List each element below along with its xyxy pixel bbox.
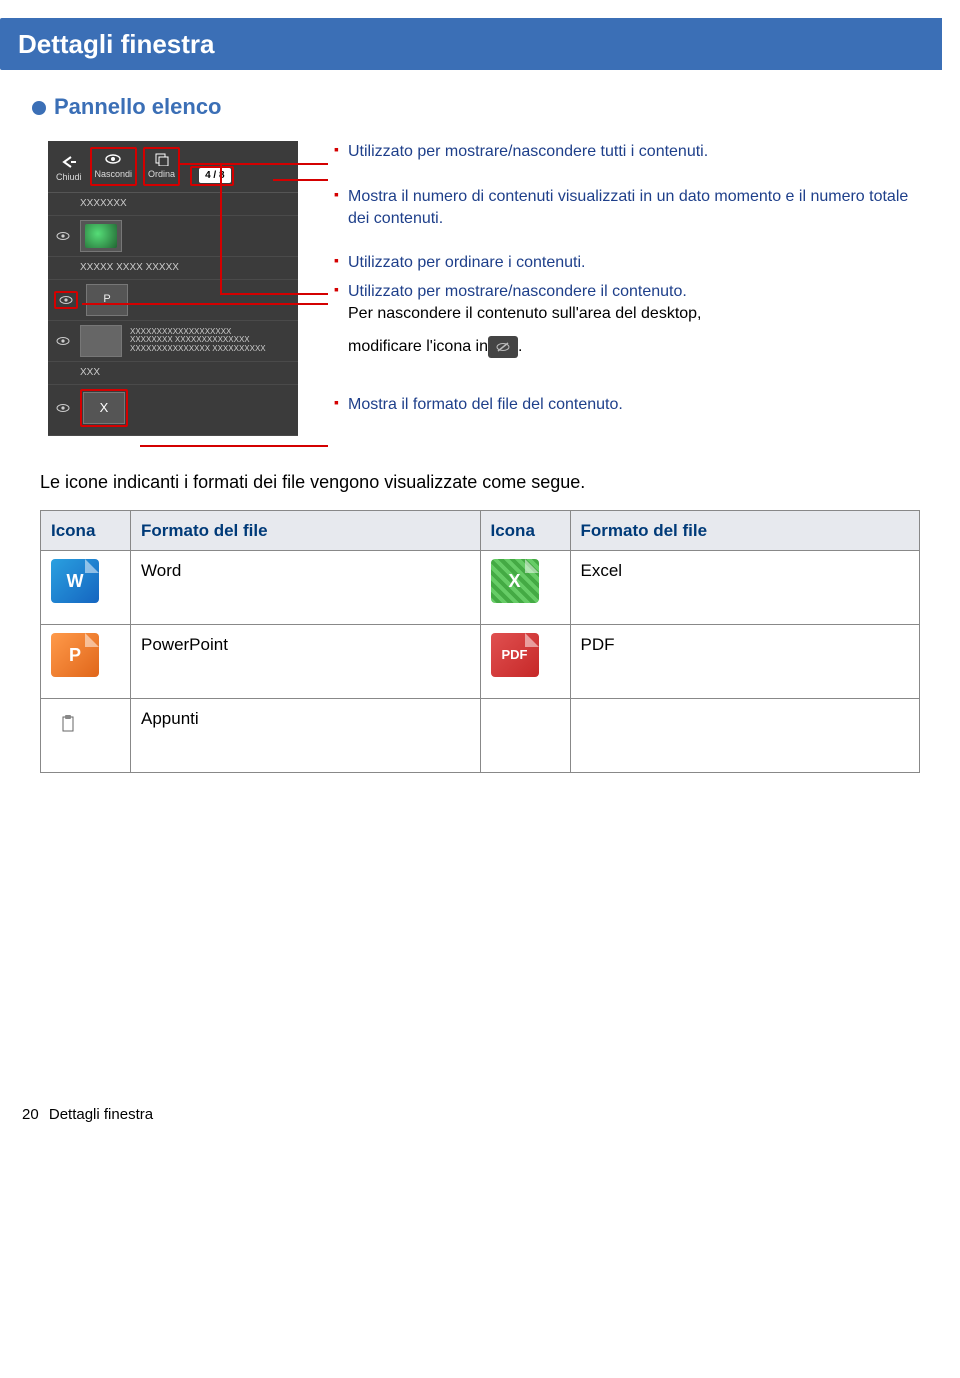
- panel-toolbar: Chiudi Nascondi Ordina 4: [48, 141, 298, 193]
- page-title: Dettagli finestra: [0, 18, 942, 70]
- table-header-row: Icona Formato del file Icona Formato del…: [41, 510, 920, 551]
- excel-icon: X: [491, 559, 539, 603]
- callout-inline: modificare l'icona in .: [348, 336, 522, 358]
- cell-icon: X: [480, 551, 570, 625]
- list-item[interactable]: X: [48, 385, 298, 436]
- highlight-thumbnail: X: [80, 389, 128, 427]
- tick-icon: ▪: [334, 252, 344, 269]
- cell-icon: [41, 699, 131, 773]
- hide-label: Nascondi: [95, 168, 133, 181]
- list-item[interactable]: P: [48, 280, 298, 321]
- cell-empty: [570, 699, 920, 773]
- th-icon: Icona: [41, 510, 131, 551]
- tick-icon: ▪: [334, 141, 344, 158]
- cell-format: Excel: [570, 551, 920, 625]
- callout-line: [220, 163, 222, 293]
- callout: ▪ Utilizzato per ordinare i contenuti.: [334, 252, 920, 274]
- list-item[interactable]: [48, 216, 298, 257]
- file-format-table: Icona Formato del file Icona Formato del…: [40, 510, 920, 774]
- eye-icon: [54, 402, 72, 414]
- footer-label: Dettagli finestra: [49, 1106, 153, 1123]
- list-panel: Chiudi Nascondi Ordina 4: [48, 141, 298, 436]
- callout-column: ▪ Utilizzato per mostrare/nascondere tut…: [334, 141, 920, 438]
- subtitle-text: Pannello elenco: [54, 92, 222, 123]
- callout: ▪ Utilizzato per mostrare/nascondere tut…: [334, 141, 920, 163]
- cell-icon: P: [41, 625, 131, 699]
- arrow-left-icon: [60, 155, 78, 169]
- thumbnail-excel: X: [83, 392, 125, 424]
- callout-line: [273, 179, 328, 181]
- callout-line: [140, 445, 328, 447]
- callout-text: .: [518, 336, 522, 358]
- callout-text: Per nascondere il contenuto sull'area de…: [348, 305, 702, 322]
- table-row: W Word X Excel: [41, 551, 920, 625]
- section-subtitle: Pannello elenco: [32, 92, 960, 123]
- close-button[interactable]: Chiudi: [54, 153, 84, 186]
- callout-text: Utilizzato per mostrare/nascondere tutti…: [348, 141, 708, 163]
- word-icon: W: [51, 559, 99, 603]
- callout-text: modificare l'icona in: [348, 336, 488, 358]
- sort-button[interactable]: Ordina: [146, 150, 177, 183]
- eye-icon: [54, 230, 72, 242]
- callout-line: [82, 303, 328, 305]
- callout-text: Utilizzato per ordinare i contenuti.: [348, 252, 585, 274]
- th-icon: Icona: [480, 510, 570, 551]
- highlight-counter: 4 / 8: [190, 166, 233, 186]
- thumbnail-image: [80, 220, 122, 252]
- highlight-hide: Nascondi: [90, 147, 138, 186]
- row-label: XXXXX XXXX XXXXX: [80, 261, 179, 275]
- callout: ▪ Mostra il formato del file del contenu…: [334, 394, 920, 416]
- tick-icon: ▪: [334, 394, 344, 411]
- sort-label: Ordina: [148, 168, 175, 181]
- highlight-sort: Ordina: [143, 147, 180, 186]
- row-label: XXX: [80, 366, 100, 380]
- cell-format: PowerPoint: [131, 625, 481, 699]
- thumbnail-blank: [80, 325, 122, 357]
- callout-text: Mostra il numero di contenuti visualizza…: [348, 186, 920, 231]
- tick-icon: ▪: [334, 186, 344, 203]
- th-format: Formato del file: [131, 510, 481, 551]
- page-footer: 20 Dettagli finestra: [22, 1104, 153, 1125]
- callout-line: [220, 293, 328, 295]
- callout-text-block: Utilizzato per mostrare/nascondere il co…: [348, 281, 702, 358]
- cell-empty: [480, 699, 570, 773]
- powerpoint-icon: P: [51, 633, 99, 677]
- highlight-eye-row: [54, 291, 78, 309]
- table-row: Appunti: [41, 699, 920, 773]
- cell-format: Appunti: [131, 699, 481, 773]
- tick-icon: ▪: [334, 281, 344, 298]
- callout-line: [178, 163, 328, 165]
- callout-text: Mostra il formato del file del contenuto…: [348, 394, 623, 416]
- cell-format: PDF: [570, 625, 920, 699]
- counter-badge: 4 / 8: [199, 168, 230, 183]
- list-item[interactable]: XXXXXXXXXXXXXXXXXXX XXXXXXXX XXXXXXXXXXX…: [48, 321, 298, 362]
- row-label: XXXXXXX: [80, 197, 127, 211]
- eye-icon[interactable]: [57, 294, 75, 306]
- sort-icon: [153, 152, 171, 166]
- callout: ▪ Mostra il numero di contenuti visualiz…: [334, 186, 920, 231]
- cell-icon: PDF: [480, 625, 570, 699]
- notes-icon: [51, 707, 85, 741]
- hide-button[interactable]: Nascondi: [93, 150, 135, 183]
- eye-icon: [104, 152, 122, 166]
- pdf-icon: PDF: [491, 633, 539, 677]
- th-format: Formato del file: [570, 510, 920, 551]
- eye-icon: [54, 335, 72, 347]
- thumbnail-ppt: P: [86, 284, 128, 316]
- list-header-row: XXXXXXX: [48, 193, 298, 216]
- row-label-multi: XXXXXXXXXXXXXXXXXXX XXXXXXXX XXXXXXXXXXX…: [130, 328, 266, 354]
- cell-format: Word: [131, 551, 481, 625]
- page-number: 20: [22, 1106, 39, 1123]
- eye-hidden-icon: [488, 336, 518, 358]
- callout: ▪ Utilizzato per mostrare/nascondere il …: [334, 281, 920, 358]
- cell-icon: W: [41, 551, 131, 625]
- table-row: P PowerPoint PDF PDF: [41, 625, 920, 699]
- body-paragraph: Le icone indicanti i formati dei file ve…: [40, 470, 920, 495]
- bullet-icon: [32, 101, 46, 115]
- list-header-row: XXXXX XXXX XXXXX: [48, 257, 298, 280]
- list-header-row: XXX: [48, 362, 298, 385]
- close-label: Chiudi: [56, 171, 82, 184]
- callout-text: Utilizzato per mostrare/nascondere il co…: [348, 283, 687, 300]
